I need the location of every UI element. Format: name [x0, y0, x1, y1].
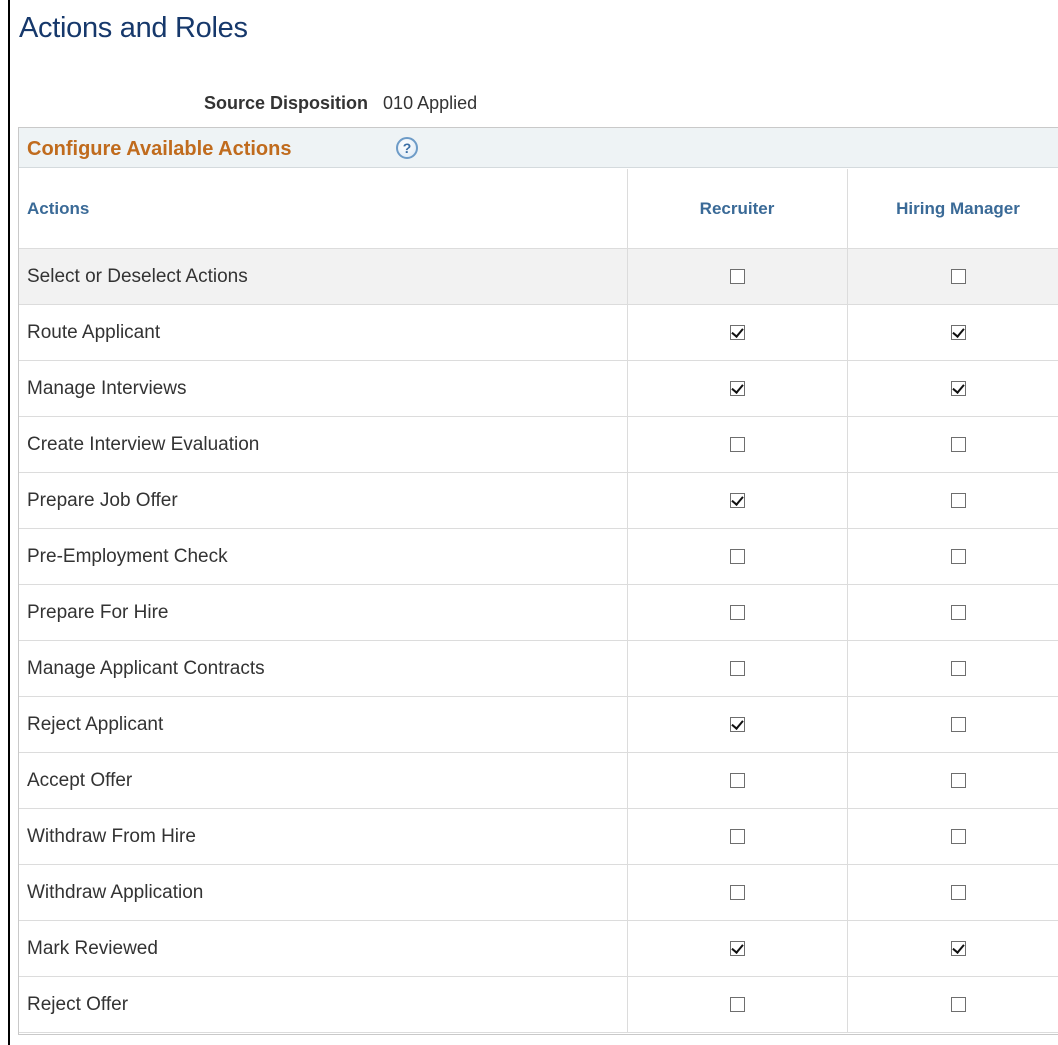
window-left-border — [8, 0, 10, 1045]
action-label: Select or Deselect Actions — [19, 248, 628, 305]
source-disposition-label: Source Disposition — [204, 93, 369, 113]
hiring-manager-cell — [847, 920, 1058, 977]
hiring-manager-cell — [847, 808, 1058, 865]
hiring-manager-cell — [847, 752, 1058, 809]
recruiter-cell — [627, 640, 848, 697]
source-disposition-row: Source Disposition 010 Applied — [204, 93, 477, 114]
table-row: Select or Deselect Actions — [19, 248, 1058, 305]
recruiter-cell — [627, 808, 848, 865]
recruiter-cell — [627, 304, 848, 361]
recruiter-checkbox[interactable] — [729, 324, 745, 340]
hiring-manager-checkbox[interactable] — [950, 492, 966, 508]
table-row: Withdraw From Hire — [19, 808, 1058, 865]
recruiter-cell — [627, 528, 848, 585]
hiring-manager-checkbox[interactable] — [950, 436, 966, 452]
recruiter-checkbox[interactable] — [729, 828, 745, 844]
hiring-manager-checkbox[interactable] — [950, 548, 966, 564]
hiring-manager-cell — [847, 584, 1058, 641]
table-row: Manage Applicant Contracts — [19, 640, 1058, 697]
recruiter-checkbox[interactable] — [729, 604, 745, 620]
hiring-manager-checkbox[interactable] — [950, 268, 966, 284]
recruiter-checkbox[interactable] — [729, 660, 745, 676]
help-icon[interactable]: ? — [396, 137, 418, 159]
hiring-manager-checkbox[interactable] — [950, 660, 966, 676]
hiring-manager-checkbox[interactable] — [950, 604, 966, 620]
hiring-manager-cell — [847, 640, 1058, 697]
recruiter-checkbox[interactable] — [729, 436, 745, 452]
hiring-manager-cell — [847, 360, 1058, 417]
recruiter-cell — [627, 360, 848, 417]
action-label: Prepare For Hire — [19, 584, 628, 641]
hiring-manager-checkbox[interactable] — [950, 884, 966, 900]
action-label: Mark Reviewed — [19, 920, 628, 977]
table-row: Reject Applicant — [19, 696, 1058, 753]
recruiter-cell — [627, 248, 848, 305]
action-label: Manage Applicant Contracts — [19, 640, 628, 697]
recruiter-cell — [627, 472, 848, 529]
column-header-actions: Actions — [19, 169, 628, 249]
recruiter-cell — [627, 920, 848, 977]
recruiter-checkbox[interactable] — [729, 548, 745, 564]
recruiter-checkbox[interactable] — [729, 940, 745, 956]
recruiter-checkbox[interactable] — [729, 380, 745, 396]
recruiter-cell — [627, 976, 848, 1033]
hiring-manager-cell — [847, 472, 1058, 529]
hiring-manager-cell — [847, 976, 1058, 1033]
hiring-manager-cell — [847, 696, 1058, 753]
hiring-manager-checkbox[interactable] — [950, 996, 966, 1012]
hiring-manager-cell — [847, 528, 1058, 585]
action-label: Pre-Employment Check — [19, 528, 628, 585]
action-label: Prepare Job Offer — [19, 472, 628, 529]
hiring-manager-checkbox[interactable] — [950, 772, 966, 788]
hiring-manager-cell — [847, 248, 1058, 305]
table-row: Pre-Employment Check — [19, 528, 1058, 585]
recruiter-cell — [627, 864, 848, 921]
recruiter-cell — [627, 584, 848, 641]
action-label: Create Interview Evaluation — [19, 416, 628, 473]
hiring-manager-cell — [847, 864, 1058, 921]
grid-title: Configure Available Actions — [27, 138, 292, 160]
table-row: Accept Offer — [19, 752, 1058, 809]
recruiter-checkbox[interactable] — [729, 716, 745, 732]
hiring-manager-cell — [847, 304, 1058, 361]
recruiter-cell — [627, 752, 848, 809]
recruiter-checkbox[interactable] — [729, 492, 745, 508]
recruiter-cell — [627, 416, 848, 473]
table-row: Mark Reviewed — [19, 920, 1058, 977]
recruiter-checkbox[interactable] — [729, 996, 745, 1012]
action-label: Withdraw From Hire — [19, 808, 628, 865]
column-header-recruiter: Recruiter — [627, 169, 848, 249]
action-label: Withdraw Application — [19, 864, 628, 921]
recruiter-checkbox[interactable] — [729, 884, 745, 900]
hiring-manager-checkbox[interactable] — [950, 940, 966, 956]
hiring-manager-checkbox[interactable] — [950, 324, 966, 340]
column-header-hiring-manager: Hiring Manager — [847, 169, 1058, 249]
page-title: Actions and Roles — [19, 12, 248, 44]
table-row: Reject Offer — [19, 976, 1058, 1033]
table-row: Create Interview Evaluation — [19, 416, 1058, 473]
table-row: Withdraw Application — [19, 864, 1058, 921]
configure-actions-grid: Configure Available Actions ? Actions Re… — [18, 127, 1058, 1035]
action-label: Reject Applicant — [19, 696, 628, 753]
source-disposition-value: 010 Applied — [383, 93, 478, 113]
action-label: Route Applicant — [19, 304, 628, 361]
hiring-manager-cell — [847, 416, 1058, 473]
hiring-manager-checkbox[interactable] — [950, 380, 966, 396]
table-row: Prepare For Hire — [19, 584, 1058, 641]
table-row: Manage Interviews — [19, 360, 1058, 417]
action-label: Manage Interviews — [19, 360, 628, 417]
grid-header: Configure Available Actions ? — [19, 128, 1058, 168]
hiring-manager-checkbox[interactable] — [950, 716, 966, 732]
table-row: Prepare Job Offer — [19, 472, 1058, 529]
actions-table: Actions Recruiter Hiring Manager Select … — [19, 169, 1058, 1033]
action-label: Accept Offer — [19, 752, 628, 809]
table-row: Route Applicant — [19, 304, 1058, 361]
table-header-row: Actions Recruiter Hiring Manager — [19, 169, 1058, 249]
action-label: Reject Offer — [19, 976, 628, 1033]
recruiter-checkbox[interactable] — [729, 268, 745, 284]
recruiter-cell — [627, 696, 848, 753]
recruiter-checkbox[interactable] — [729, 772, 745, 788]
hiring-manager-checkbox[interactable] — [950, 828, 966, 844]
